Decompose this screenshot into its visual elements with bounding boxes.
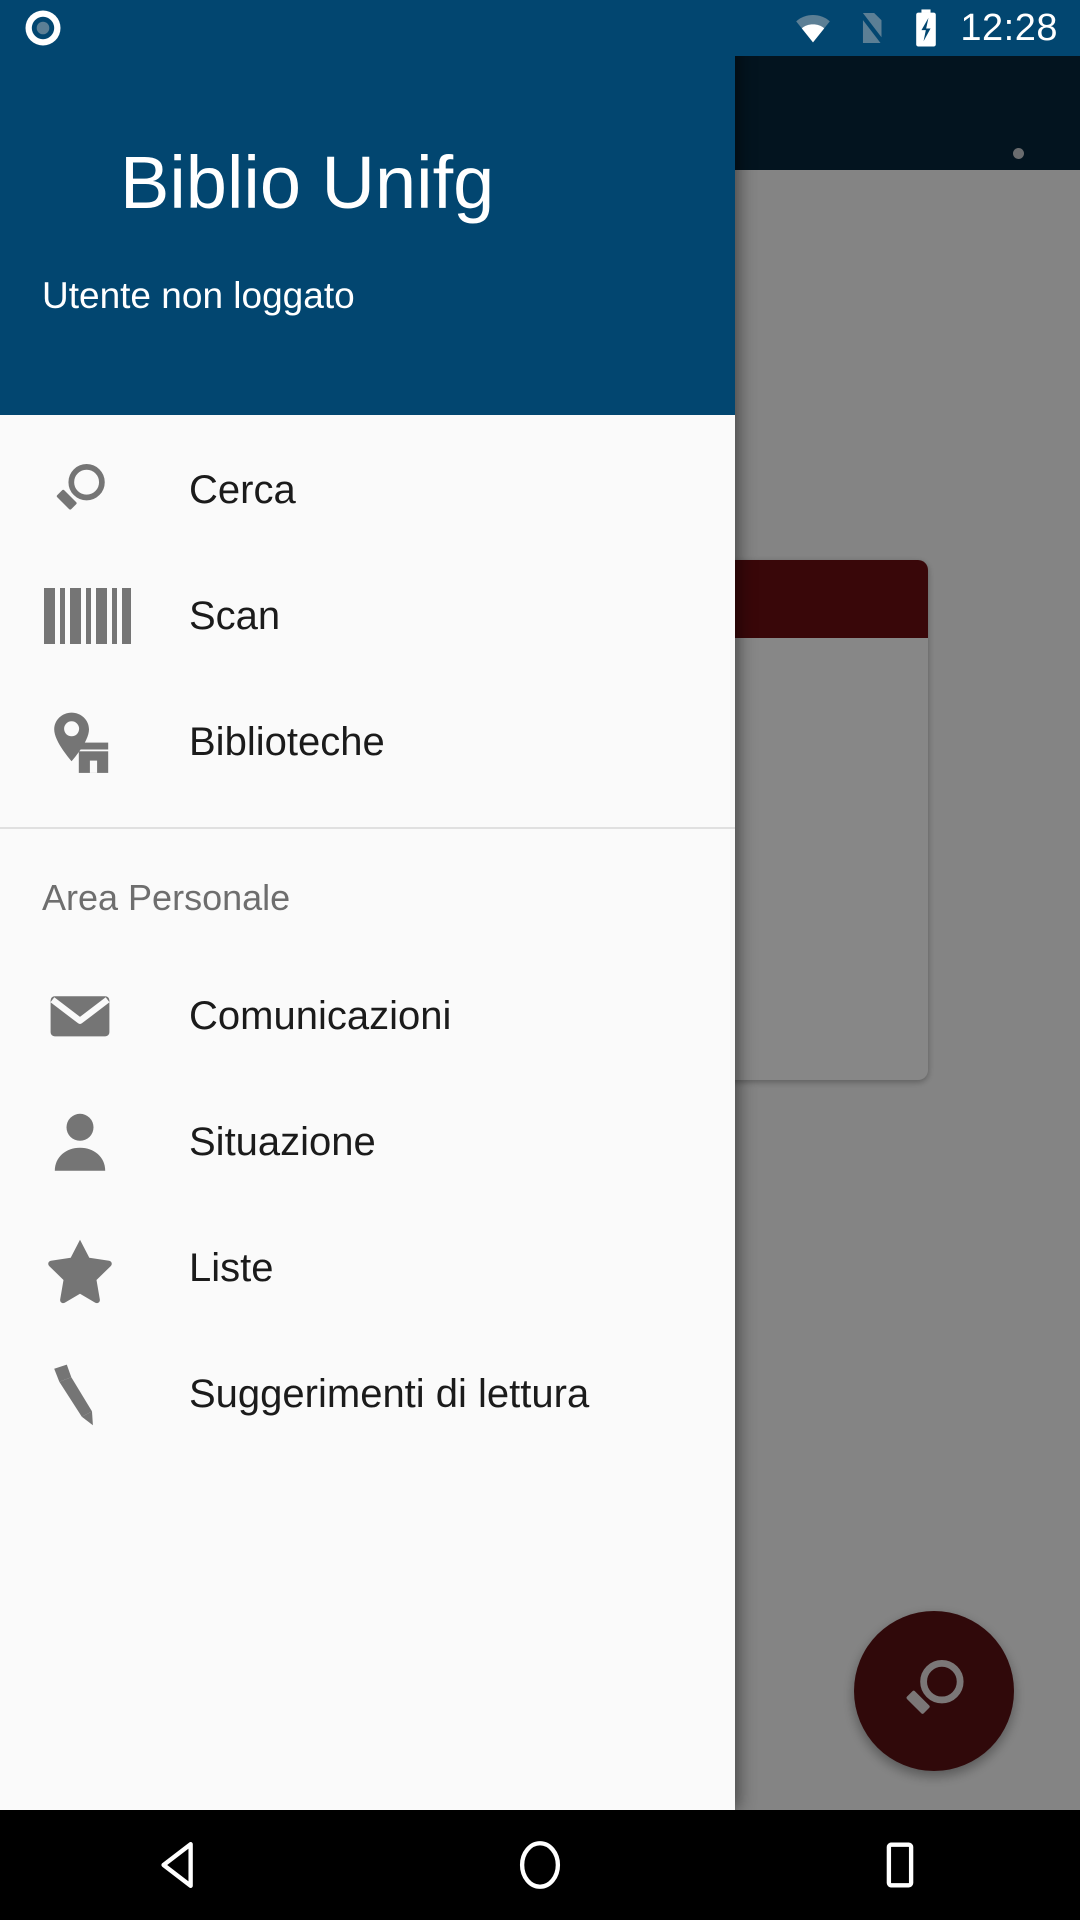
sidebar-item-label: Biblioteche — [189, 719, 385, 764]
drawer-section-label: Area Personale — [42, 877, 291, 918]
sidebar-item-scan[interactable]: Scan — [0, 553, 735, 679]
person-icon — [44, 1106, 124, 1178]
login-status-label: Utente non loggato — [42, 275, 355, 316]
system-navigation-bar — [0, 1810, 1080, 1920]
sidebar-item-label: Scan — [189, 593, 281, 638]
drawer-header: Biblio Unifg Utente non loggato — [0, 0, 735, 415]
map-pin-library-icon — [44, 706, 124, 778]
sidebar-item-liste[interactable]: Liste — [0, 1205, 735, 1331]
pencil-icon — [44, 1358, 124, 1430]
sidebar-item-biblioteche[interactable]: Biblioteche — [0, 679, 735, 805]
recents-square-icon — [886, 1842, 914, 1888]
sidebar-item-label: Cerca — [189, 467, 296, 512]
recents-button[interactable] — [720, 1836, 1080, 1894]
sidebar-item-label: Situazione — [189, 1119, 376, 1164]
sidebar-item-comunicazioni[interactable]: Comunicazioni — [0, 953, 735, 1079]
app-title: Biblio Unifg — [120, 141, 495, 224]
drawer-menu-list: Cerca Scan Biblioteche Area Personale Co… — [0, 415, 735, 1810]
back-button[interactable] — [0, 1836, 360, 1894]
sidebar-item-label: Comunicazioni — [189, 993, 452, 1038]
sidebar-item-label: Liste — [189, 1245, 274, 1290]
navigation-drawer: Biblio Unifg Utente non loggato Cerca Sc… — [0, 0, 735, 1810]
search-icon — [44, 454, 124, 526]
envelope-icon — [44, 980, 124, 1052]
phone-screen: I FOGGIA che — [0, 0, 1080, 1920]
home-circle-icon — [519, 1841, 561, 1889]
home-button[interactable] — [360, 1836, 720, 1894]
star-icon — [44, 1232, 124, 1304]
sidebar-item-label: Suggerimenti di lettura — [189, 1371, 590, 1416]
barcode-icon — [44, 588, 131, 644]
sidebar-item-situazione[interactable]: Situazione — [0, 1079, 735, 1205]
back-triangle-icon — [161, 1842, 193, 1888]
sidebar-item-suggerimenti-di-lettura[interactable]: Suggerimenti di lettura — [0, 1331, 735, 1457]
sidebar-item-cerca[interactable]: Cerca — [0, 427, 735, 553]
